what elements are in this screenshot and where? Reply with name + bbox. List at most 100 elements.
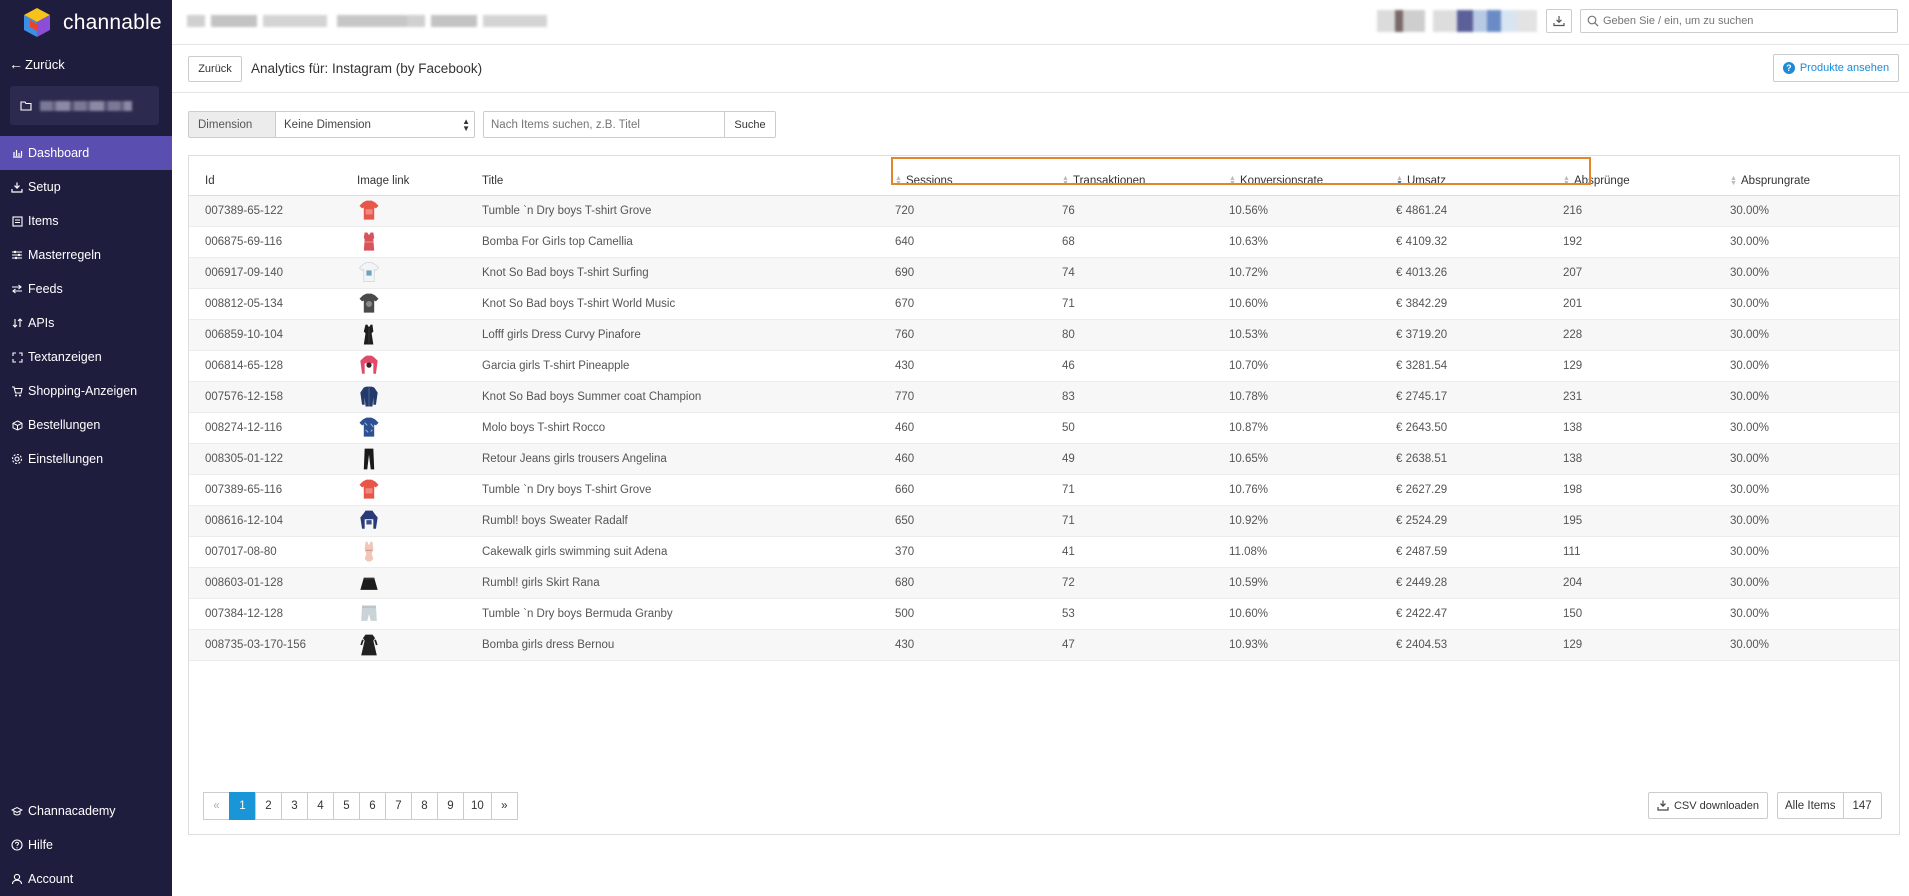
cell-bounce-rate: 30.00% xyxy=(1714,319,1899,351)
column-header-transaktionen[interactable]: ▲ ▼ Transaktionen xyxy=(1046,167,1213,196)
pagination-page[interactable]: 5 xyxy=(333,792,360,820)
table-row[interactable]: 007389-65-116 Tumble `n Dry boys T-shirt … xyxy=(189,474,1899,506)
cell-id: 007576-12-158 xyxy=(189,381,341,413)
sort-icon: ▲ ▼ xyxy=(895,174,902,187)
column-header-sessions[interactable]: ▲ ▼ Sessions xyxy=(879,167,1046,196)
column-header-label: Sessions xyxy=(906,174,953,187)
pagination-page[interactable]: 8 xyxy=(411,792,438,820)
cell-transactions: 76 xyxy=(1046,195,1213,227)
cell-id: 007384-12-128 xyxy=(189,598,341,630)
cell-bounces: 228 xyxy=(1547,319,1714,351)
question-circle-icon xyxy=(9,838,25,852)
csv-download-button[interactable]: CSV downloaden xyxy=(1648,792,1768,819)
column-header-absprungrate[interactable]: ▲ ▼ Absprungrate xyxy=(1714,167,1899,196)
filter-bar: Dimension Keine Dimension ▲▼ Suche xyxy=(188,111,776,138)
sidebar-item-label: Dashboard xyxy=(28,146,90,160)
sidebar-item-masterregeln[interactable]: Masterregeln xyxy=(0,238,172,272)
all-items-button[interactable]: Alle Items 147 xyxy=(1777,792,1882,819)
cell-revenue: € 2524.29 xyxy=(1380,505,1547,537)
table-row[interactable]: 007389-65-122 Tumble `n Dry boys T-shirt … xyxy=(189,195,1899,227)
question-circle-icon: ? xyxy=(1782,62,1795,74)
download-button[interactable] xyxy=(1546,9,1572,33)
global-search-input[interactable] xyxy=(1603,15,1897,27)
sidebar-item-items[interactable]: Items xyxy=(0,204,172,238)
cell-revenue: € 2627.29 xyxy=(1380,474,1547,506)
column-header-abspr-nge[interactable]: ▲ ▼ Absprünge xyxy=(1547,167,1714,196)
pagination-next[interactable]: » xyxy=(490,792,518,820)
cell-revenue: € 2638.51 xyxy=(1380,443,1547,475)
cell-bounce-rate: 30.00% xyxy=(1714,598,1899,630)
sidebar-item-shopping-anzeigen[interactable]: Shopping-Anzeigen xyxy=(0,374,172,408)
table-row[interactable]: 008305-01-122 Retour Jeans girls trousers… xyxy=(189,443,1899,475)
pagination-page[interactable]: 2 xyxy=(255,792,282,820)
user-avatars-redacted[interactable] xyxy=(1377,10,1537,32)
table-row[interactable]: 007576-12-158 Knot So Bad boys Summer coa… xyxy=(189,381,1899,413)
table-row[interactable]: 006875-69-116 Bomba For Girls top Camelli… xyxy=(189,226,1899,258)
logo[interactable]: channable xyxy=(0,0,172,46)
table-row[interactable]: 006814-65-128 Garcia girls T-shirt Pineap… xyxy=(189,350,1899,382)
global-search[interactable] xyxy=(1580,9,1898,33)
sidebar-back-link[interactable]: ← Zurück xyxy=(0,52,172,76)
dimension-select[interactable]: Keine Dimension ▲ ▼ xyxy=(276,111,475,138)
pagination-page[interactable]: 4 xyxy=(307,792,334,820)
sidebar-item-hilfe[interactable]: Hilfe xyxy=(0,828,172,862)
sidebar-item-feeds[interactable]: Feeds xyxy=(0,272,172,306)
table-row[interactable]: 008603-01-128 Rumbl! girls Skirt Rana 680 7… xyxy=(189,567,1899,599)
cell-title: Knot So Bad boys T-shirt Surfing xyxy=(466,257,879,289)
sidebar-item-textanzeigen[interactable]: Textanzeigen xyxy=(0,340,172,374)
pagination-page[interactable]: 6 xyxy=(359,792,386,820)
cell-sessions: 670 xyxy=(879,288,1046,320)
cell-id: 006917-09-140 xyxy=(189,257,341,289)
sidebar-item-channacademy[interactable]: Channacademy xyxy=(0,794,172,828)
download-icon xyxy=(9,180,25,194)
column-header-umsatz[interactable]: ▲ ▼ Umsatz xyxy=(1380,167,1547,196)
pagination-page[interactable]: 10 xyxy=(463,792,492,820)
pagination-page[interactable]: 3 xyxy=(281,792,308,820)
cell-bounce-rate: 30.00% xyxy=(1714,567,1899,599)
sidebar-item-dashboard[interactable]: Dashboard xyxy=(0,136,172,170)
pagination-page[interactable]: 9 xyxy=(437,792,464,820)
pagination-page[interactable]: 1 xyxy=(229,792,256,820)
sidebar-item-label: Hilfe xyxy=(28,838,54,852)
sort-icon: ▲ ▼ xyxy=(1563,174,1570,187)
table-row[interactable]: 008812-05-134 Knot So Bad boys T-shirt Wo… xyxy=(189,288,1899,320)
cell-image xyxy=(341,257,466,289)
arrows-icon xyxy=(9,282,25,296)
item-search-field[interactable] xyxy=(483,111,725,138)
back-button[interactable]: Zurück xyxy=(188,56,242,82)
sidebar-item-setup[interactable]: Setup xyxy=(0,170,172,204)
item-search-input[interactable] xyxy=(491,118,711,131)
sidebar-item-label: Items xyxy=(28,214,59,228)
table-row[interactable]: 006859-10-104 Lofff girls Dress Curvy Pin… xyxy=(189,319,1899,351)
table-row[interactable]: 008274-12-116 Molo boys T-shirt Rocco 460 5… xyxy=(189,412,1899,444)
column-header-konversionsrate[interactable]: ▲ ▼ Konversionsrate xyxy=(1213,167,1380,196)
sort-icon: ▲ ▼ xyxy=(1229,174,1236,187)
sidebar-item-account[interactable]: Account xyxy=(0,862,172,896)
project-selector[interactable] xyxy=(10,86,159,125)
table-row[interactable]: 007017-08-80 Cakewalk girls swimming suit… xyxy=(189,536,1899,568)
table-row[interactable]: 008735-03-170-156 Bomba girls dress Berno… xyxy=(189,629,1899,661)
cell-sessions: 680 xyxy=(879,567,1046,599)
search-button[interactable]: Suche xyxy=(725,111,776,138)
cell-conversion-rate: 11.08% xyxy=(1213,536,1380,568)
cell-sessions: 500 xyxy=(879,598,1046,630)
pagination-prev[interactable]: « xyxy=(203,792,230,820)
arrow-left-icon: ← xyxy=(9,56,23,72)
view-products-label: Produkte ansehen xyxy=(1799,62,1890,74)
cell-bounce-rate: 30.00% xyxy=(1714,195,1899,227)
pagination-page[interactable]: 7 xyxy=(385,792,412,820)
table-row[interactable]: 006917-09-140 Knot So Bad boys T-shirt Su… xyxy=(189,257,1899,289)
product-thumbnail xyxy=(360,577,378,590)
sidebar-item-bestellungen[interactable]: Bestellungen xyxy=(0,408,172,442)
view-products-button[interactable]: ? Produkte ansehen xyxy=(1773,54,1899,82)
column-header-label: Absprünge xyxy=(1574,174,1630,187)
cell-id: 007389-65-116 xyxy=(189,474,341,506)
table-row[interactable]: 008616-12-104 Rumbl! boys Sweater Radalf 6… xyxy=(189,505,1899,537)
cell-bounces: 129 xyxy=(1547,629,1714,661)
cart-icon xyxy=(9,384,25,398)
sidebar-item-apis[interactable]: APIs xyxy=(0,306,172,340)
table-row[interactable]: 007384-12-128 Tumble `n Dry boys Bermuda … xyxy=(189,598,1899,630)
sidebar-item-einstellungen[interactable]: Einstellungen xyxy=(0,442,172,476)
column-header-label: Absprungrate xyxy=(1741,174,1811,187)
cell-bounce-rate: 30.00% xyxy=(1714,474,1899,506)
